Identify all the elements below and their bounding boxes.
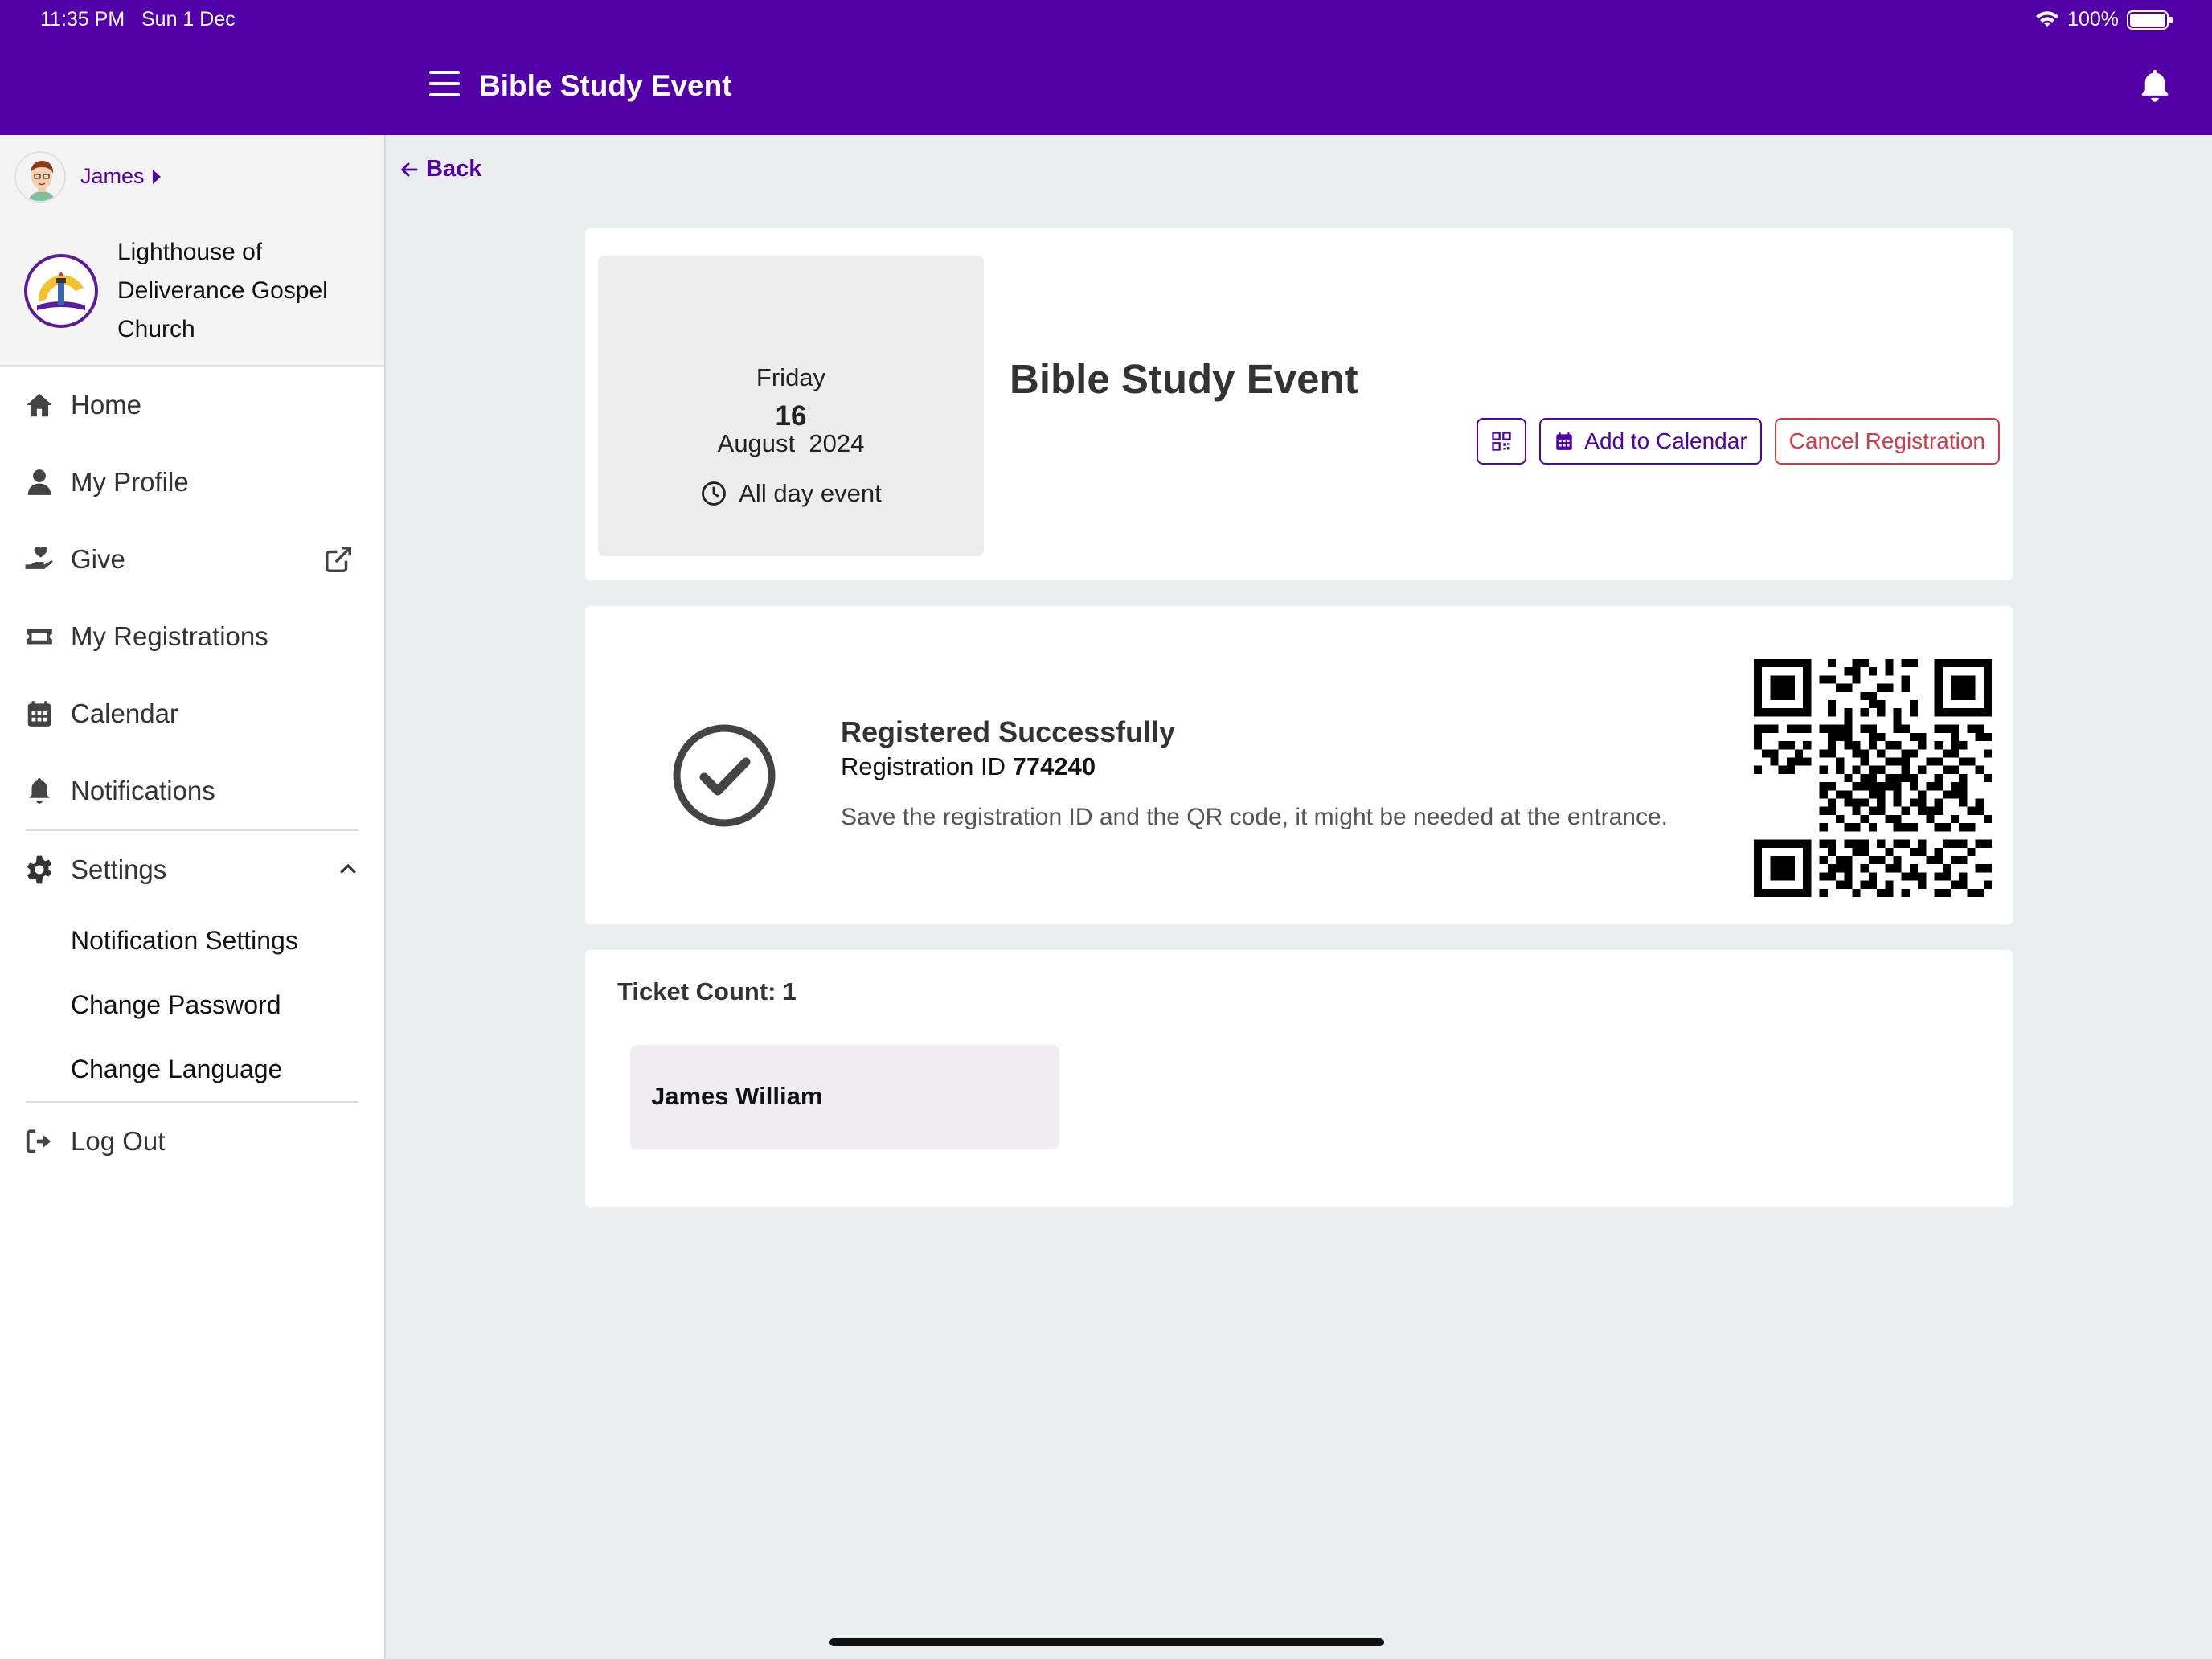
- event-weekday: Friday: [756, 363, 826, 391]
- status-time: 11:35 PM: [40, 8, 125, 31]
- logout-icon: [26, 1129, 51, 1153]
- home-indicator: [830, 1638, 1384, 1646]
- registration-id: Registration ID 774240: [841, 752, 1096, 781]
- wifi-icon: [2036, 10, 2059, 27]
- chevron-up-icon: [340, 863, 356, 874]
- sidebar-item-label: Give: [71, 544, 125, 574]
- event-time: All day event: [598, 479, 984, 508]
- avatar[interactable]: [14, 151, 66, 203]
- registration-id-label: Registration ID: [841, 752, 1006, 780]
- ticket-icon: [27, 629, 52, 645]
- sidebar-item-notifications[interactable]: Notifications: [0, 752, 384, 830]
- status-date: Sun 1 Dec: [141, 8, 236, 31]
- event-day: 16: [775, 400, 807, 432]
- registration-status: Registered Successfully: [841, 715, 1176, 748]
- sidebar-item-logout[interactable]: Log Out: [0, 1103, 384, 1180]
- attendee-name: James William: [651, 1082, 823, 1110]
- bell-icon: [29, 778, 50, 804]
- page-title: Bible Study Event: [479, 69, 732, 102]
- calendar-icon: [1556, 432, 1573, 450]
- home-icon: [27, 393, 52, 417]
- sidebar-item-label: Settings: [71, 854, 167, 884]
- hamburger-menu-icon[interactable]: [429, 71, 460, 96]
- sidebar-item-label: My Profile: [71, 467, 189, 497]
- back-label: Back: [426, 156, 482, 182]
- sidebar-item-label: Home: [71, 390, 142, 420]
- sidebar-header: James Lighthouse of Deliverance Gospel C…: [0, 135, 384, 367]
- status-bar-right: 100%: [2035, 8, 2173, 31]
- sidebar-item-label: Log Out: [71, 1126, 166, 1156]
- sidebar-subitem-change-password[interactable]: Change Password: [0, 973, 384, 1037]
- event-month-year: August 2024: [717, 429, 865, 457]
- sidebar-subitem-change-language[interactable]: Change Language: [0, 1037, 384, 1101]
- registration-card: Registered Successfully Registration ID …: [585, 606, 2013, 924]
- gear-icon: [27, 855, 52, 884]
- event-date-box: Friday 16 August 2024 All day event: [598, 256, 984, 556]
- external-link-icon: [326, 547, 351, 572]
- status-bar-time: 11:35 PM Sun 1 Dec: [40, 8, 236, 31]
- cancel-registration-label: Cancel Registration: [1788, 428, 1985, 453]
- registration-id-value: 774240: [1012, 752, 1096, 780]
- show-qr-button[interactable]: [1477, 418, 1527, 465]
- user-name: James: [80, 164, 145, 188]
- arrow-left-icon: [400, 162, 418, 177]
- sidebar: James Lighthouse of Deliverance Gospel C…: [0, 135, 386, 1659]
- add-to-calendar-button[interactable]: Add to Calendar: [1539, 418, 1762, 465]
- give-hand-heart-icon: [25, 546, 53, 569]
- user-profile-link[interactable]: James: [80, 164, 161, 189]
- tickets-card: Ticket Count: 1 James William: [585, 950, 2013, 1207]
- sidebar-nav: Home My Profile Give My Registrations Ca…: [0, 367, 384, 1180]
- sidebar-item-label: Calendar: [71, 698, 178, 728]
- battery-percent: 100%: [2067, 8, 2119, 31]
- ticket-count-label: Ticket Count:: [617, 977, 776, 1006]
- event-card: Friday 16 August 2024 All day event Bibl…: [585, 228, 2013, 580]
- sidebar-item-label: Notifications: [71, 776, 215, 805]
- registration-qr-code[interactable]: [1754, 659, 1992, 897]
- ticket-count: Ticket Count: 1: [617, 977, 797, 1006]
- ticket-count-value: 1: [782, 977, 797, 1006]
- sidebar-item-label: My Registrations: [71, 621, 268, 651]
- clock-icon: [702, 481, 727, 506]
- user-icon: [27, 469, 51, 495]
- calendar-icon: [27, 701, 51, 727]
- sidebar-item-my-profile[interactable]: My Profile: [0, 444, 384, 521]
- registration-note: Save the registration ID and the QR code…: [841, 804, 1668, 830]
- sidebar-subitem-notification-settings[interactable]: Notification Settings: [0, 908, 384, 973]
- sidebar-item-home[interactable]: Home: [0, 367, 384, 444]
- sidebar-item-calendar[interactable]: Calendar: [0, 675, 384, 752]
- add-to-calendar-label: Add to Calendar: [1584, 428, 1747, 453]
- back-link[interactable]: Back: [399, 156, 481, 182]
- caret-right-icon: [152, 169, 161, 184]
- battery-icon: [2127, 10, 2173, 30]
- user-avatar-icon: [16, 153, 64, 201]
- lighthouse-logo-icon: [29, 259, 93, 323]
- attendee-card: James William: [630, 1045, 1059, 1149]
- sidebar-item-settings[interactable]: Settings: [0, 831, 384, 908]
- top-app-bar: 11:35 PM Sun 1 Dec 100% Bible Study Even…: [0, 0, 2212, 135]
- event-title: Bible Study Event: [1010, 356, 1358, 402]
- sidebar-item-give[interactable]: Give: [0, 521, 384, 598]
- event-actions: Add to Calendar Cancel Registration: [1477, 418, 2000, 465]
- check-circle-icon: [673, 724, 776, 827]
- sidebar-item-my-registrations[interactable]: My Registrations: [0, 598, 384, 675]
- church-logo: [24, 254, 98, 328]
- event-time-label: All day event: [739, 479, 882, 507]
- cancel-registration-button[interactable]: Cancel Registration: [1774, 418, 2000, 465]
- church-name: Lighthouse of Deliverance Gospel Church: [117, 239, 328, 342]
- qr-code-icon: [1492, 432, 1511, 451]
- notification-bell-icon[interactable]: [2138, 68, 2172, 104]
